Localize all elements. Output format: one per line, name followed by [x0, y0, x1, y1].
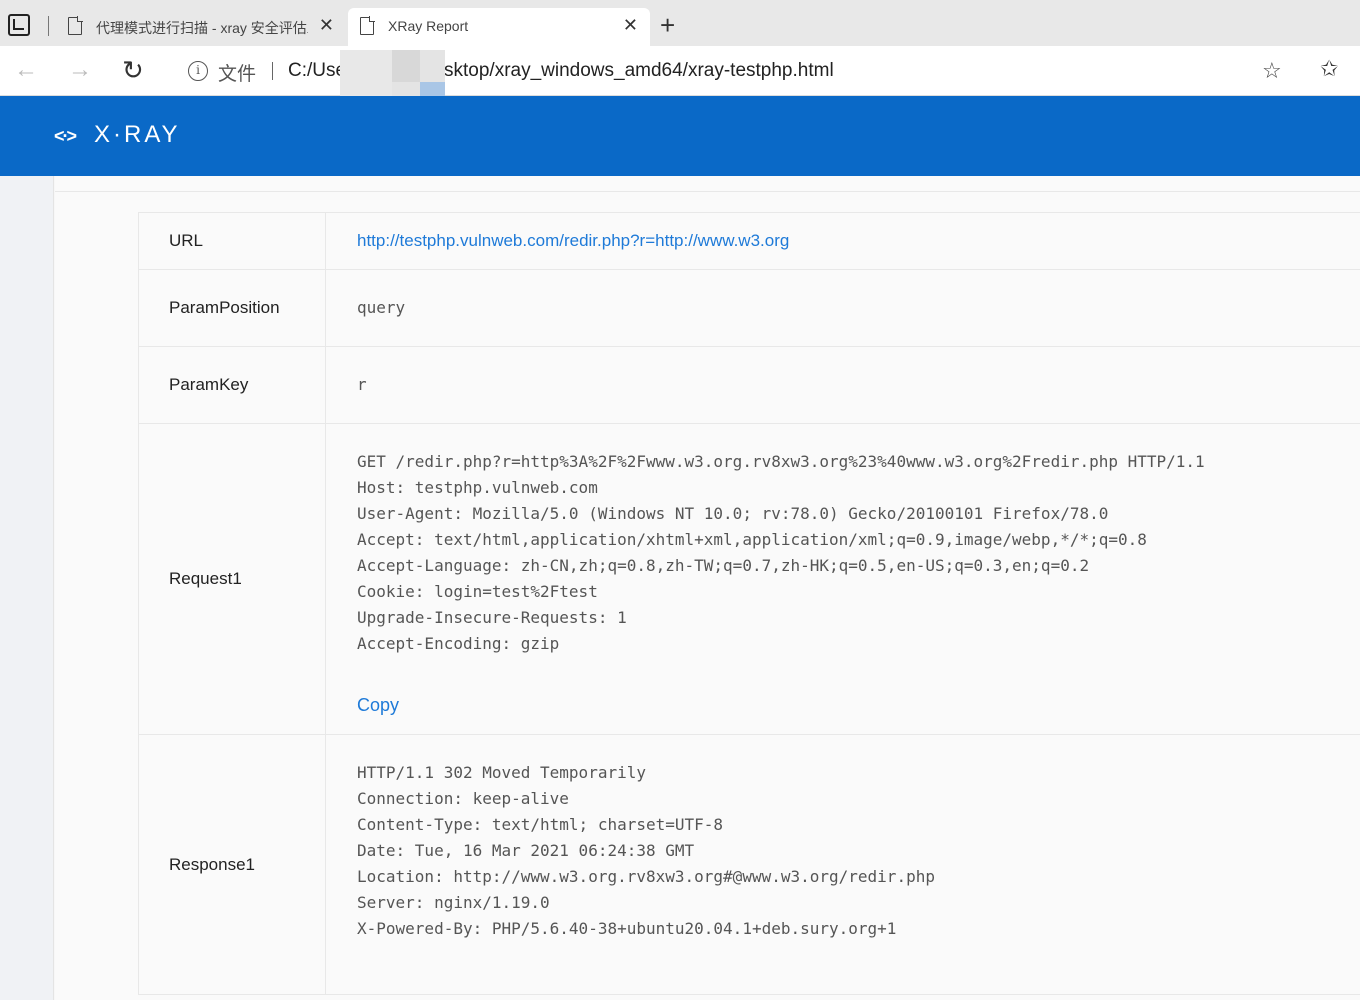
address-divider [272, 62, 273, 80]
request-line: Accept-Language: zh-CN,zh;q=0.8,zh-TW;q=… [357, 556, 1090, 575]
report-content[interactable]: URL http://testphp.vulnweb.com/redir.php… [55, 176, 1360, 1000]
row-label: URL [139, 213, 326, 269]
back-icon[interactable]: ← [14, 56, 38, 84]
divider [55, 191, 1360, 192]
response-line: Location: http://www.w3.org.rv8xw3.org#@… [357, 867, 935, 886]
left-sidebar [0, 176, 54, 1000]
info-icon[interactable]: i [188, 61, 208, 81]
document-icon [360, 16, 375, 35]
tab-title: 代理模式进行扫描 - xray 安全评估工具 [96, 20, 308, 36]
tab-title: XRay Report [388, 18, 469, 34]
request-line: Accept: text/html,application/xhtml+xml,… [357, 530, 1147, 549]
document-icon [68, 16, 83, 35]
tab-actions-icon[interactable] [8, 14, 30, 36]
response-line: Date: Tue, 16 Mar 2021 06:24:38 GMT [357, 841, 695, 860]
tab-xray-docs[interactable]: 代理模式进行扫描 - xray 安全评估工具 ✕ [56, 8, 346, 46]
page-body: URL http://testphp.vulnweb.com/redir.php… [0, 176, 1360, 1000]
tab-xray-report[interactable]: XRay Report ✕ [348, 8, 650, 46]
add-favorite-icon[interactable]: ☆ [1262, 60, 1282, 82]
table-row-param-position: ParamPosition query [139, 270, 1360, 347]
redaction-block [392, 50, 420, 82]
table-row-url: URL http://testphp.vulnweb.com/redir.php… [139, 213, 1360, 270]
target-url-link[interactable]: http://testphp.vulnweb.com/redir.php?r=h… [357, 231, 789, 251]
response-line: Content-Type: text/html; charset=UTF-8 [357, 815, 724, 834]
row-label: ParamPosition [139, 270, 326, 346]
scheme-label: 文件 [218, 64, 257, 85]
forward-icon[interactable]: → [68, 56, 92, 84]
url-text-end: sktop/xray_windows_amd64/xray-testphp.ht… [444, 60, 834, 81]
request-line: Upgrade-Insecure-Requests: 1 [357, 608, 627, 627]
request-line: User-Agent: Mozilla/5.0 (Windows NT 10.0… [357, 504, 1109, 523]
navigation-bar: ← → ↻ i 文件 C:/Use sktop/xray_windows_amd… [0, 46, 1360, 96]
close-icon[interactable]: ✕ [319, 16, 334, 34]
row-value: r [357, 375, 367, 394]
row-label: Response1 [139, 735, 326, 994]
close-icon[interactable]: ✕ [623, 16, 638, 34]
response-line: X-Powered-By: PHP/5.6.40-38+ubuntu20.04.… [357, 919, 897, 938]
reload-icon[interactable]: ↻ [122, 56, 144, 84]
row-label: Request1 [139, 424, 326, 734]
vulnerability-detail-table: URL http://testphp.vulnweb.com/redir.php… [138, 212, 1360, 995]
copy-request-link[interactable]: Copy [357, 695, 399, 715]
url-text-start: C:/Use [288, 60, 347, 81]
response-line: Connection: keep-alive [357, 789, 569, 808]
favorites-icon[interactable]: ✩ [1320, 58, 1338, 80]
xray-logo-icon: <·> [54, 126, 77, 146]
table-row-param-key: ParamKey r [139, 347, 1360, 424]
tab-strip: 代理模式进行扫描 - xray 安全评估工具 ✕ XRay Report ✕ + [0, 0, 1360, 46]
request-block[interactable]: GET /redir.php?r=http%3A%2F%2Fwww.w3.org… [357, 449, 1205, 716]
tab-divider [48, 16, 49, 36]
row-value: query [357, 298, 406, 317]
row-label: ParamKey [139, 347, 326, 423]
new-tab-icon[interactable]: + [660, 12, 675, 38]
request-line: Cookie: login=test%2Ftest [357, 582, 598, 601]
report-header: <·> X·RAY [0, 96, 1360, 176]
request-line: GET /redir.php?r=http%3A%2F%2Fwww.w3.org… [357, 452, 1205, 471]
table-row-request: Request1 GET /redir.php?r=http%3A%2F%2Fw… [139, 424, 1360, 735]
request-line: Host: testphp.vulnweb.com [357, 478, 598, 497]
response-block[interactable]: HTTP/1.1 302 Moved Temporarily Connectio… [357, 760, 935, 942]
table-row-response: Response1 HTTP/1.1 302 Moved Temporarily… [139, 735, 1360, 995]
redaction-block [420, 50, 445, 82]
response-line: HTTP/1.1 302 Moved Temporarily [357, 763, 646, 782]
xray-logo-text: X·RAY [94, 121, 181, 148]
request-line: Accept-Encoding: gzip [357, 634, 560, 653]
response-line: Server: nginx/1.19.0 [357, 893, 550, 912]
